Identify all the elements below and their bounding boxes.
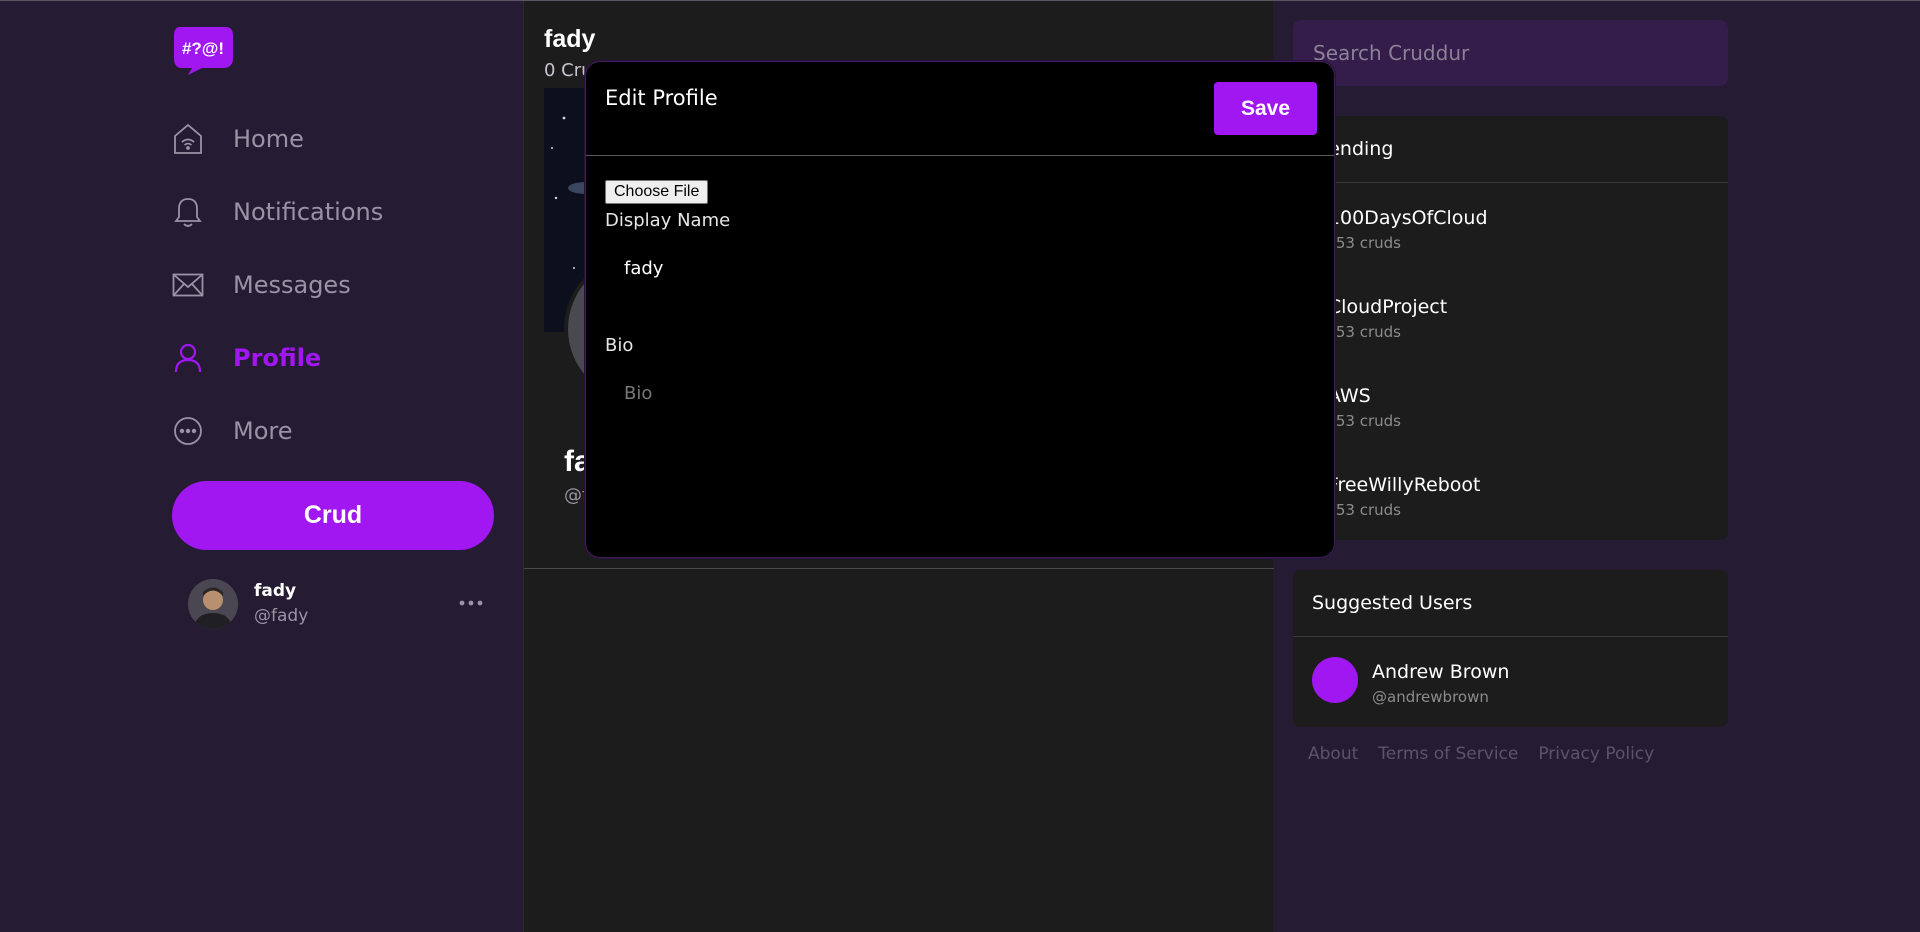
modal-title: Edit Profile [605, 86, 718, 110]
search-input[interactable] [1293, 20, 1728, 86]
trending-item[interactable]: #AWS 2,053 cruds [1293, 361, 1728, 450]
privacy-link[interactable]: Privacy Policy [1538, 744, 1654, 764]
trending-count: 2,053 cruds [1312, 412, 1401, 430]
trending-tag: #AWS [1312, 385, 1371, 407]
nav-item-more[interactable]: More [172, 394, 494, 467]
trending-tag: #CloudProject [1312, 296, 1448, 318]
trending-count: 7,753 cruds [1312, 501, 1401, 519]
nav-label: Messages [233, 270, 351, 299]
user-display-name: fady [254, 581, 297, 601]
save-button[interactable]: Save [1214, 82, 1317, 135]
cruddur-logo-icon[interactable]: #?@! [172, 24, 234, 76]
bell-icon [172, 196, 204, 228]
edit-profile-modal: Edit Profile Save Choose File Display Na… [585, 61, 1335, 558]
nav-label: Notifications [233, 197, 384, 226]
nav-item-profile[interactable]: Profile [172, 321, 494, 394]
more-options-icon[interactable] [457, 595, 485, 611]
choose-file-button[interactable]: Choose File [605, 180, 709, 204]
nav-menu: Home Notifications Messages Profile More [172, 102, 494, 467]
nav-item-home[interactable]: Home [172, 102, 494, 175]
avatar [1312, 657, 1358, 703]
divider [586, 155, 1334, 156]
trending-count: 2,053 cruds [1312, 234, 1401, 252]
bio-field[interactable] [605, 369, 1316, 539]
page-title: fady [544, 25, 596, 53]
crud-button[interactable]: Crud [172, 481, 494, 550]
user-icon [172, 342, 204, 374]
home-icon [172, 123, 204, 155]
current-user[interactable]: fady @fady [188, 579, 488, 631]
suggested-user-name: Andrew Brown [1372, 661, 1510, 683]
trending-item[interactable]: #FreeWillyReboot 7,753 cruds [1293, 450, 1728, 539]
divider [524, 568, 1274, 569]
bio-label: Bio [605, 335, 634, 356]
trending-item[interactable]: #100DaysOfCloud 2,053 cruds [1293, 183, 1728, 272]
trending-tag: #100DaysOfCloud [1312, 207, 1488, 229]
nav-label: More [233, 416, 293, 445]
trending-panel: Trending #100DaysOfCloud 2,053 cruds #Cl… [1293, 116, 1728, 540]
nav-label: Home [233, 124, 304, 153]
display-name-field[interactable] [605, 244, 1316, 292]
suggested-title: Suggested Users [1293, 570, 1728, 637]
suggested-user-handle: @andrewbrown [1372, 688, 1489, 706]
trending-tag: #FreeWillyReboot [1312, 474, 1481, 496]
suggested-user[interactable]: Andrew Brown @andrewbrown [1293, 637, 1728, 726]
about-link[interactable]: About [1308, 744, 1358, 764]
suggested-users-panel: Suggested Users Andrew Brown @andrewbrow… [1293, 570, 1728, 727]
envelope-icon [172, 269, 204, 301]
svg-text:#?@!: #?@! [182, 39, 224, 58]
user-handle: @fady [254, 606, 309, 626]
avatar [188, 579, 238, 629]
trending-count: 8,253 cruds [1312, 323, 1401, 341]
display-name-label: Display Name [605, 210, 731, 231]
nav-label: Profile [233, 343, 322, 372]
footer-links: About Terms of Service Privacy Policy [1308, 744, 1654, 764]
nav-item-messages[interactable]: Messages [172, 248, 494, 321]
ellipsis-circle-icon [172, 415, 204, 447]
trending-item[interactable]: #CloudProject 8,253 cruds [1293, 272, 1728, 361]
terms-link[interactable]: Terms of Service [1378, 744, 1518, 764]
nav-item-notifications[interactable]: Notifications [172, 175, 494, 248]
trending-title: Trending [1293, 116, 1728, 183]
